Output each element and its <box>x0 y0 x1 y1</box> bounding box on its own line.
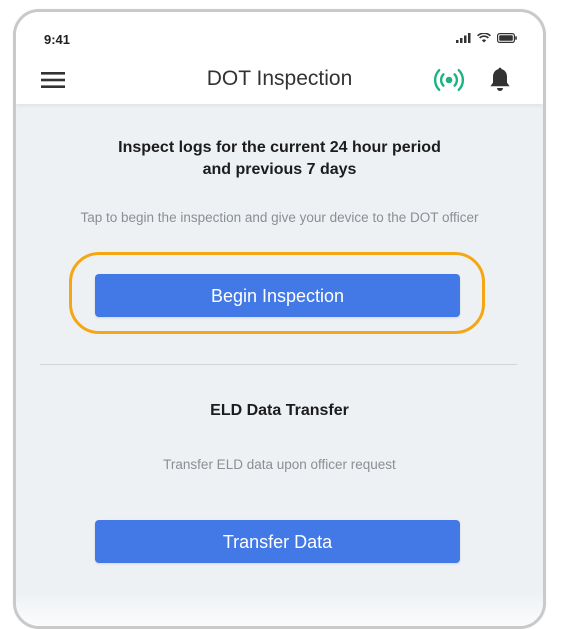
connected-broadcast-icon <box>433 69 465 91</box>
bell-icon[interactable] <box>488 67 512 93</box>
battery-icon <box>497 33 517 43</box>
status-time: 9:41 <box>44 32 71 47</box>
section-divider <box>40 364 517 365</box>
hamburger-menu-icon[interactable] <box>41 68 65 92</box>
eld-transfer-hint: Transfer ELD data upon officer request <box>163 457 396 472</box>
inspection-content: Inspect logs for the current 24 hour per… <box>16 104 543 626</box>
wifi-icon <box>477 33 491 43</box>
phone-screen: 9:41 DOT Inspection Inspect logs for the… <box>16 12 543 626</box>
inspection-heading: Inspect logs for the current 24 hour per… <box>16 137 543 181</box>
app-header: DOT Inspection <box>16 56 543 104</box>
inspection-hint: Tap to begin the inspection and give you… <box>80 210 479 225</box>
inspection-heading-line1: Inspect logs for the current 24 hour per… <box>118 139 441 156</box>
status-bar: 9:41 <box>16 12 543 56</box>
transfer-data-button[interactable]: Transfer Data <box>95 520 460 563</box>
phone-frame: 9:41 DOT Inspection Inspect logs for the… <box>13 9 546 629</box>
eld-transfer-heading: ELD Data Transfer <box>210 402 349 419</box>
cellular-signal-icon <box>456 33 471 43</box>
status-icons <box>456 33 517 43</box>
inspection-heading-line2: and previous 7 days <box>202 161 357 178</box>
begin-inspection-button[interactable]: Begin Inspection <box>95 274 460 317</box>
bottom-fade <box>16 592 543 626</box>
